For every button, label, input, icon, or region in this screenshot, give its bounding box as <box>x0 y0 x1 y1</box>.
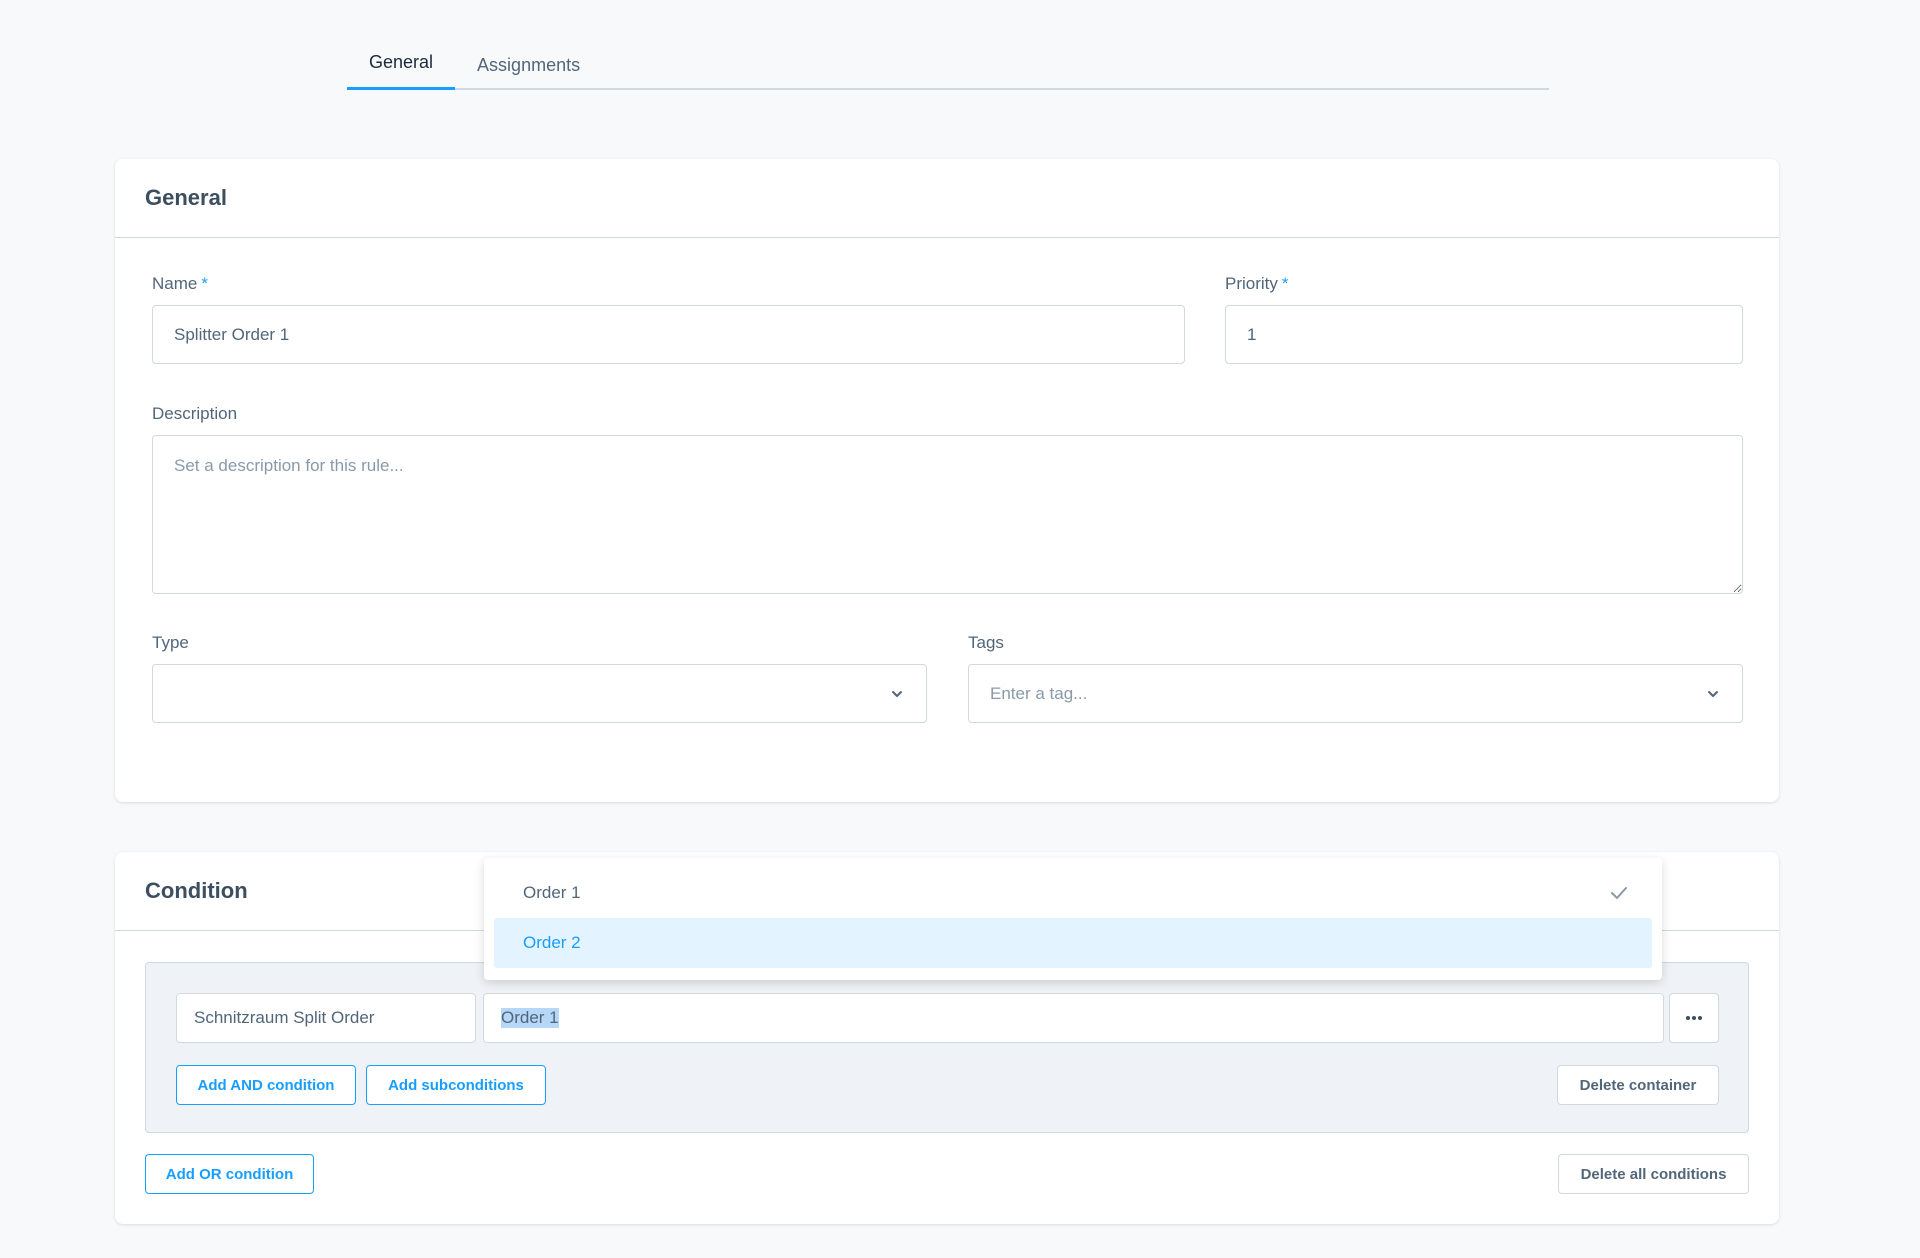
chevron-down-icon <box>892 690 902 697</box>
general-card: General Name * Splitter Order 1 Priority *… <box>115 159 1779 802</box>
delete-container-button[interactable]: Delete container <box>1557 1065 1719 1105</box>
ellipsis-icon <box>1686 1016 1702 1020</box>
name-input[interactable]: Splitter Order 1 <box>152 305 1185 364</box>
tab-bar: General Assignments <box>347 40 1549 90</box>
checkmark-icon <box>1611 887 1627 899</box>
priority-label: Priority * <box>1225 274 1289 293</box>
tags-label: Tags <box>968 633 1004 652</box>
operand-dropdown: Order 1 Order 2 <box>484 858 1662 980</box>
type-label: Type <box>152 633 189 652</box>
priority-input[interactable]: 1 <box>1225 305 1743 364</box>
tab-assignments[interactable]: Assignments <box>455 55 602 90</box>
description-textarea[interactable] <box>152 435 1743 594</box>
condition-operand-select[interactable]: Order 1 <box>483 993 1664 1043</box>
chevron-down-icon <box>1708 690 1718 697</box>
page: General Assignments General Name * Splitt… <box>0 0 1920 1258</box>
condition-field-select[interactable]: Schnitzraum Split Order <box>176 993 476 1043</box>
dropdown-option-order-1[interactable]: Order 1 <box>494 868 1652 918</box>
name-label: Name * <box>152 274 208 293</box>
general-card-title: General <box>115 159 1779 238</box>
description-label: Description <box>152 404 238 423</box>
add-and-condition-button[interactable]: Add AND condition <box>176 1065 356 1105</box>
type-select[interactable] <box>152 664 927 723</box>
tags-select[interactable]: Enter a tag... <box>968 664 1743 723</box>
condition-more-button[interactable] <box>1669 993 1719 1043</box>
condition-container: Schnitzraum Split Order Order 1 Add AND … <box>145 962 1749 1133</box>
tab-general[interactable]: General <box>347 52 456 90</box>
add-subconditions-button[interactable]: Add subconditions <box>366 1065 546 1105</box>
dropdown-option-order-2[interactable]: Order 2 <box>494 918 1652 968</box>
add-or-condition-button[interactable]: Add OR condition <box>145 1154 314 1194</box>
delete-all-conditions-button[interactable]: Delete all conditions <box>1558 1154 1749 1194</box>
